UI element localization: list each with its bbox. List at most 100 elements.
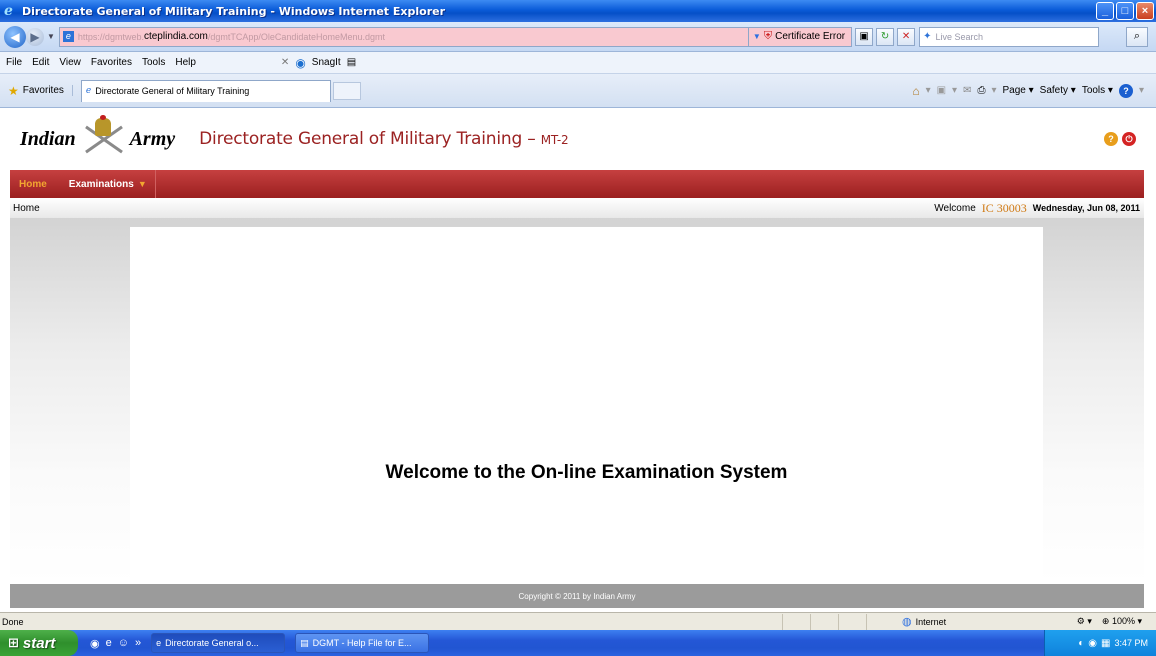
breadcrumb: Home	[13, 202, 40, 214]
globe-icon: ◍	[902, 616, 912, 628]
snagit-icon: ◉	[295, 55, 306, 70]
zone-label: Internet	[915, 616, 947, 627]
shield-icon: ⛨	[763, 30, 773, 42]
favorites-button[interactable]: Favorites	[23, 85, 73, 96]
clock: 3:47 PM	[1114, 638, 1148, 648]
tray-icon[interactable]: ◐	[1078, 638, 1084, 649]
more-icon[interactable]: »	[135, 637, 141, 650]
dropdown-arrow-icon[interactable]: ▾	[991, 85, 996, 96]
tab-active[interactable]: e Directorate General of Military Traini…	[80, 79, 331, 102]
favorites-star-icon: ★	[8, 83, 19, 98]
dropdown-arrow-icon[interactable]: ▾	[926, 85, 931, 96]
site-title-text: Directorate General of Military Training…	[199, 129, 541, 149]
content-panel: Welcome to the On-line Examination Syste…	[130, 227, 1043, 584]
menu-favorites[interactable]: Favorites	[86, 57, 137, 68]
taskbar-item-help[interactable]: ▤ DGMT - Help File for E...	[295, 633, 430, 653]
user-info: Welcome IC 30003 Wednesday, Jun 08, 2011	[934, 201, 1140, 216]
messenger-icon[interactable]: ☺	[118, 637, 129, 650]
print-icon[interactable]: ⎙	[977, 85, 985, 96]
protected-mode-icon[interactable]: ⚙ ▾	[1077, 616, 1092, 627]
tools-menu[interactable]: Tools ▾	[1082, 85, 1113, 96]
quick-launch-icon[interactable]: ◉	[90, 637, 100, 650]
page-icon: e	[62, 31, 74, 42]
welcome-label: Welcome	[934, 202, 976, 214]
live-search-icon: ✦	[923, 31, 932, 42]
header-actions: ? ⏻	[1104, 132, 1136, 146]
start-button[interactable]: ⊞ start	[0, 630, 78, 656]
site-header: Indian Army Directorate General of Milit…	[10, 110, 1144, 168]
nav-examinations-label: Examinations	[68, 178, 134, 190]
certificate-error-label: Certificate Error	[775, 31, 846, 42]
history-dropdown-icon[interactable]: ▼	[47, 32, 55, 41]
army-emblem-icon	[78, 115, 128, 162]
task-label: Directorate General o...	[165, 638, 259, 648]
address-toolbar: ◀ ▶ ▼ e https://dgmtweb. cteplindia.com/d…	[0, 22, 1156, 52]
security-zone: ◍ Internet	[902, 615, 1012, 628]
taskbar-item-ie[interactable]: e Directorate General o...	[151, 633, 286, 653]
breadcrumb-bar: Home Welcome IC 30003 Wednesday, Jun 08,…	[10, 198, 1144, 218]
menu-bar: File Edit View Favorites Tools Help ✕ ◉ …	[0, 52, 1156, 74]
menu-file[interactable]: File	[0, 57, 27, 68]
user-id: IC 30003	[981, 200, 1027, 215]
tab-ie-icon: e	[85, 86, 92, 96]
chevron-down-icon: ▼	[137, 179, 147, 189]
nav-examinations[interactable]: Examinations ▼	[47, 170, 156, 198]
tab-title: Directorate General of Military Training	[95, 86, 250, 96]
stop-icon[interactable]: ✕	[897, 27, 916, 46]
windows-flag-icon: ⊞	[8, 635, 19, 650]
minimize-button[interactable]: _	[1096, 2, 1114, 20]
safety-menu[interactable]: Safety ▾	[1040, 85, 1076, 96]
nav-home[interactable]: Home	[19, 179, 47, 190]
help-icon[interactable]: ?	[1118, 83, 1133, 98]
menu-edit[interactable]: Edit	[27, 57, 54, 68]
logout-icon[interactable]: ⏻	[1122, 132, 1136, 146]
document-icon: ▤	[300, 637, 309, 648]
snagit-capture-icon[interactable]: ▤	[347, 57, 356, 68]
command-bar: ⌂ ▾ ▣ ▾ ✉ ⎙ ▾ Page ▾ Safety ▾ Tools ▾ ? …	[912, 83, 1144, 98]
back-button[interactable]: ◀	[4, 25, 26, 48]
footer: Copyright © 2011 by Indian Army	[10, 584, 1144, 608]
ie-quick-icon[interactable]: e	[106, 637, 112, 650]
maximize-button[interactable]: □	[1116, 2, 1134, 20]
zoom-level[interactable]: ⊕ 100% ▾	[1102, 616, 1142, 627]
snagit-button[interactable]: SnagIt	[312, 57, 341, 68]
search-icon[interactable]: ⌕	[1126, 26, 1148, 47]
live-search-input[interactable]: ✦ Live Search	[919, 26, 1100, 47]
dropdown-arrow-icon[interactable]: ▾	[1139, 85, 1144, 96]
taskbar: ⊞ start ◉ e ☺ » e Directorate General o.…	[0, 630, 1156, 656]
page-title: Directorate General of Military Training…	[199, 129, 569, 149]
network-icon[interactable]: ▦	[1101, 638, 1110, 649]
close-toolbar-icon[interactable]: ✕	[281, 57, 289, 68]
ie-logo-icon: e	[4, 3, 13, 19]
compatibility-icon[interactable]: ▣	[855, 27, 874, 46]
menu-tools[interactable]: Tools	[137, 57, 170, 68]
logo-text-left: Indian	[20, 127, 76, 150]
start-label: start	[22, 634, 56, 652]
rss-feed-icon[interactable]: ▣	[937, 85, 946, 96]
refresh-icon[interactable]: ↻	[876, 27, 895, 46]
address-input[interactable]: e https://dgmtweb. cteplindia.com/dgmtTCA…	[58, 26, 749, 47]
new-tab-button[interactable]	[332, 81, 361, 100]
dropdown-arrow-icon[interactable]: ▾	[952, 85, 957, 96]
window-titlebar: e Directorate General of Military Traini…	[0, 0, 1156, 22]
system-tray: ◐ ◉ ▦ 3:47 PM	[1044, 630, 1156, 656]
help-icon[interactable]: ?	[1104, 132, 1118, 146]
page-menu[interactable]: Page ▾	[1003, 85, 1034, 96]
quick-launch: ◉ e ☺ »	[90, 637, 141, 650]
site-title-suffix: MT-2	[540, 133, 569, 147]
task-label: DGMT - Help File for E...	[312, 638, 412, 648]
menu-view[interactable]: View	[54, 57, 86, 68]
status-cells	[782, 613, 894, 630]
home-icon[interactable]: ⌂	[912, 84, 919, 98]
forward-button[interactable]: ▶	[26, 27, 44, 46]
url-path: /dgmtTCApp/OleCandidateHomeMenu.dgmt	[207, 31, 385, 42]
search-placeholder: Live Search	[935, 31, 984, 42]
certificate-error-button[interactable]: ▼ ⛨ Certificate Error	[748, 26, 853, 47]
copyright-text: Copyright © 2011 by Indian Army	[518, 591, 636, 601]
menu-help[interactable]: Help	[170, 57, 201, 68]
tray-icon[interactable]: ◉	[1088, 638, 1097, 649]
current-date: Wednesday, Jun 08, 2011	[1032, 203, 1140, 213]
snagit-toolbar: ✕ ◉ SnagIt ▤	[281, 56, 356, 70]
mail-icon[interactable]: ✉	[963, 85, 971, 96]
close-button[interactable]: ×	[1136, 2, 1154, 20]
